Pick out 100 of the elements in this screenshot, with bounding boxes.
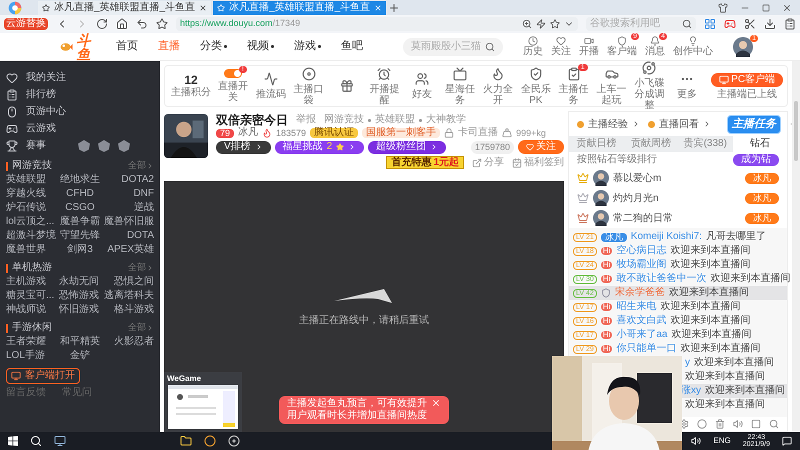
- task-view-icon[interactable]: [54, 435, 66, 447]
- panel-link[interactable]: 主播经验: [577, 116, 640, 132]
- game-link[interactable]: DOTA2: [104, 173, 154, 186]
- address-bar[interactable]: https://www.douyu.com/17349: [176, 17, 578, 31]
- grid-icon[interactable]: [704, 18, 716, 30]
- chat-username[interactable]: 喜欢文白武: [616, 316, 666, 326]
- sidebar-link[interactable]: 页游中心: [6, 104, 66, 119]
- game-link[interactable]: 英雄联盟: [6, 173, 56, 186]
- toolbar-item[interactable]: 更多: [669, 72, 706, 100]
- panel-link[interactable]: 直播回看: [648, 116, 711, 132]
- game-link[interactable]: 炉石传说: [6, 201, 56, 214]
- game-link[interactable]: lol云顶之...: [6, 215, 56, 228]
- toolbar-item[interactable]: 主播口袋: [290, 66, 327, 106]
- game-link[interactable]: 和平精英: [60, 335, 100, 348]
- rank-tab[interactable]: 钻石: [732, 136, 787, 152]
- sidebar-link[interactable]: 排行榜: [6, 87, 56, 102]
- star-icon[interactable]: [156, 18, 168, 30]
- browser-logo[interactable]: [8, 0, 22, 14]
- scissors-icon[interactable]: [744, 18, 756, 30]
- toggle-switch[interactable]: [224, 69, 242, 78]
- game-link[interactable]: 格斗游戏: [104, 303, 154, 316]
- stream-badge[interactable]: 超级粉丝团: [368, 140, 446, 154]
- game-link[interactable]: 糖灵宝可...: [6, 289, 54, 302]
- close-icon[interactable]: [782, 2, 792, 12]
- browser-tab[interactable]: 冰凡直播_英雄联盟直播_斗鱼直: [38, 1, 212, 15]
- game-link[interactable]: APEX英雄: [104, 243, 154, 256]
- toolbar-item[interactable]: 全民乐PK: [518, 66, 554, 106]
- join-button[interactable]: 成为钻: [733, 154, 779, 166]
- app-icon[interactable]: [228, 435, 240, 447]
- toolbar-item[interactable]: 火力全开: [480, 66, 516, 106]
- rank-tab[interactable]: 贡献周榜: [624, 136, 678, 152]
- stream-badge[interactable]: 福星挑战 2: [274, 140, 364, 154]
- nav-link[interactable]: 鱼吧: [341, 38, 363, 55]
- menu-icon[interactable]: [784, 18, 796, 30]
- game-link[interactable]: 魔兽世界: [6, 243, 56, 256]
- rank-tab[interactable]: 贡献日榜: [569, 136, 624, 152]
- chat-username[interactable]: 昭生来电: [616, 302, 656, 312]
- speaker-icon[interactable]: [691, 436, 702, 446]
- rank-tab[interactable]: 贵宾(338): [678, 136, 732, 152]
- client-open-button[interactable]: 客户端打开: [6, 368, 80, 384]
- category-link[interactable]: 网游竞技: [324, 115, 364, 125]
- game-link[interactable]: 主机游戏: [6, 275, 54, 288]
- game-link[interactable]: LOL手游: [6, 349, 46, 362]
- search-icon[interactable]: [30, 435, 42, 447]
- header-action[interactable]: 历史: [523, 36, 543, 57]
- site-logo[interactable]: 斗鱼: [76, 32, 96, 60]
- category-link[interactable]: 大神教学: [426, 115, 466, 125]
- chat-username[interactable]: 牧场霸业阁: [616, 260, 666, 270]
- game-link[interactable]: 逆战: [104, 201, 154, 214]
- square-icon[interactable]: [751, 419, 761, 429]
- game-link[interactable]: 穿越火线: [6, 187, 56, 200]
- game-link[interactable]: 绝地求生: [60, 173, 100, 186]
- task-sticker[interactable]: 主播任务: [727, 114, 781, 134]
- game-link[interactable]: 恐怖游戏: [59, 289, 100, 302]
- game-link[interactable]: 金铲: [60, 349, 100, 362]
- reload-icon[interactable]: [96, 18, 108, 30]
- game-link[interactable]: 永劫无间: [59, 275, 100, 288]
- zoom-icon[interactable]: [522, 19, 532, 29]
- pc-client-button[interactable]: PC客户端: [711, 72, 784, 86]
- scrollbar[interactable]: [792, 61, 800, 432]
- game-link[interactable]: 恐惧之间: [104, 275, 154, 288]
- trash-icon[interactable]: [715, 419, 725, 429]
- folder-icon[interactable]: [180, 435, 192, 447]
- nav-link[interactable]: 首页: [116, 38, 138, 55]
- language-indicator[interactable]: ENG: [713, 435, 731, 447]
- notification-icon[interactable]: [782, 436, 792, 446]
- game-link[interactable]: CSGO: [60, 201, 100, 214]
- stream-badge[interactable]: V排榜: [216, 140, 271, 154]
- nav-link[interactable]: 游戏: [294, 38, 321, 55]
- see-all-link[interactable]: 全部: [128, 159, 154, 173]
- chat-username[interactable]: 空心病日志: [616, 246, 666, 256]
- gamepad-icon[interactable]: [724, 18, 736, 30]
- nav-link[interactable]: 分类: [200, 38, 227, 55]
- chat-username[interactable]: 敢不敢让爸爸中一次: [616, 274, 706, 284]
- first-charge-banner[interactable]: 首充特惠 1元起: [386, 156, 464, 169]
- category-link[interactable]: 英雄联盟: [375, 115, 415, 125]
- game-link[interactable]: 魔兽怀旧服: [104, 215, 154, 228]
- chat-username[interactable]: Komeiji Koishi7:: [630, 232, 702, 242]
- toolbar-item[interactable]: 星海任务: [442, 66, 478, 106]
- circle-icon[interactable]: [697, 419, 707, 429]
- game-link[interactable]: DNF: [104, 187, 154, 200]
- game-link[interactable]: DOTA: [104, 229, 154, 242]
- taskbar-preview-popup[interactable]: WeGame: [164, 372, 242, 432]
- game-link[interactable]: 魔兽争霸: [60, 215, 100, 228]
- chat-username[interactable]: 小哥来了aa: [616, 330, 668, 340]
- follow-button[interactable]: 关注: [518, 140, 564, 154]
- game-link[interactable]: 超激斗梦境: [6, 229, 56, 242]
- game-link[interactable]: 怀旧游戏: [59, 303, 100, 316]
- sidebar-link[interactable]: 我的关注: [6, 70, 66, 85]
- game-emblem-icon[interactable]: [78, 140, 90, 152]
- nav-link[interactable]: 视频: [247, 38, 274, 55]
- checkin-link[interactable]: 福利签到: [512, 158, 564, 168]
- chat-username[interactable]: 你只能单一口: [616, 344, 676, 354]
- nav-link[interactable]: 直播: [158, 38, 180, 55]
- game-emblem-icon[interactable]: [118, 140, 130, 152]
- game-emblem-icon[interactable]: [98, 140, 110, 152]
- new-tab-icon[interactable]: [388, 2, 400, 14]
- game-link[interactable]: 逃离塔科夫: [104, 289, 154, 302]
- toolbar-item[interactable]: 推流码: [252, 72, 289, 100]
- toolbar-item[interactable]: 开播提醒: [366, 66, 402, 106]
